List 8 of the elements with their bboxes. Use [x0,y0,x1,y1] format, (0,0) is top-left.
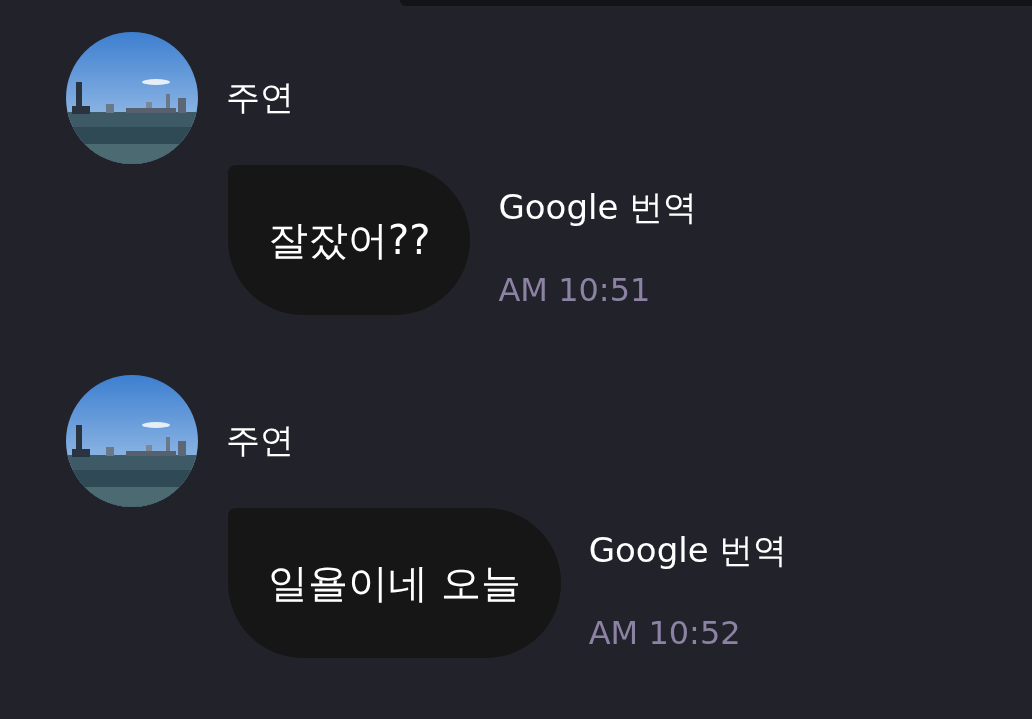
message-time: AM 10:51 [498,271,652,309]
message-bubble: 일욜이네 오늘 [228,508,561,658]
sender-name: 주연 [226,419,294,462]
sender-name: 주연 [226,76,294,119]
message-bubble: 잘잤어?? [228,165,471,315]
translate-link[interactable]: Google 번역 [588,528,788,574]
translate-link[interactable]: Google 번역 [498,185,698,231]
message-time: AM 10:52 [588,614,742,652]
